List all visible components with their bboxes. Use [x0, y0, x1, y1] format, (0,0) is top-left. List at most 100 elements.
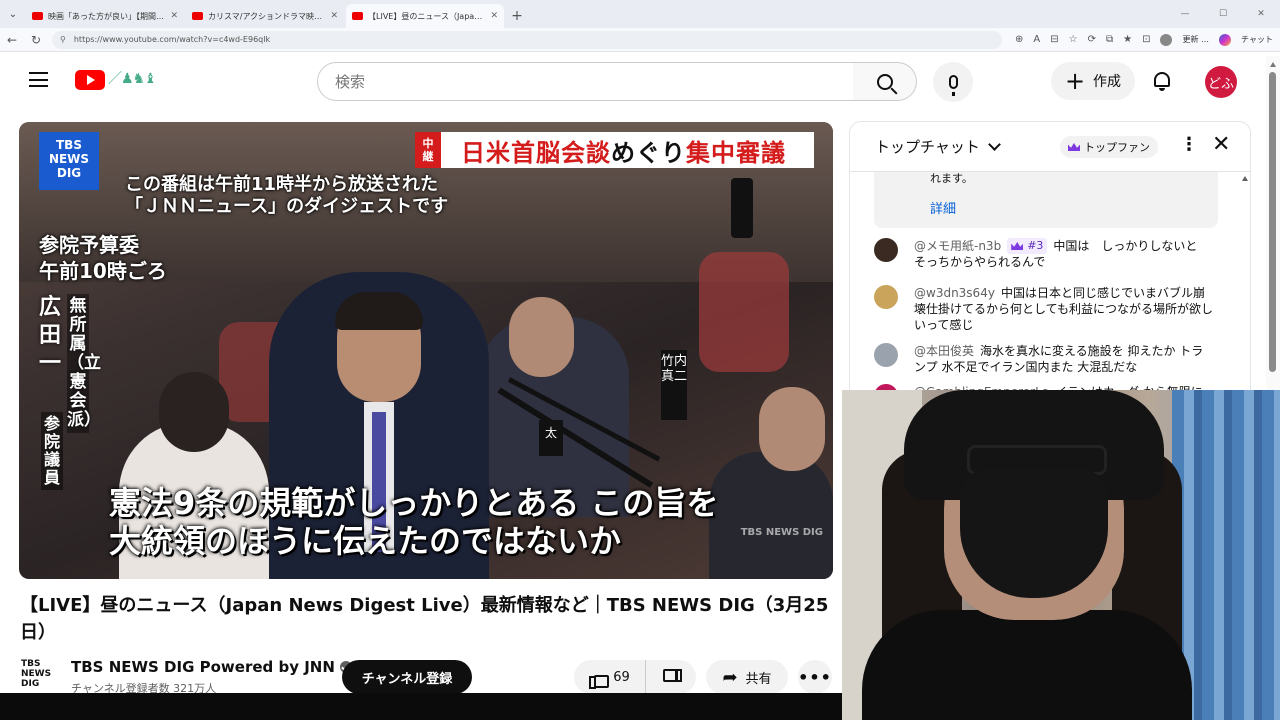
split-screen-icon[interactable]: ⧉ — [1106, 34, 1113, 45]
search-button[interactable] — [853, 62, 917, 101]
pinned-details-link[interactable]: 詳細 — [930, 198, 1218, 217]
pinned-text: れます。 — [930, 172, 973, 185]
chat-mode-selector[interactable]: トップチャット — [875, 136, 980, 157]
screen: ⌄ 映画「あった方が良い」【期間限定公開】 ✕ カリスマ/アクションドラマ映画/… — [0, 0, 1280, 720]
scene-person — [759, 387, 825, 471]
location-caption: 参院予算委 午前10時ごろ — [39, 232, 167, 284]
address-bar[interactable]: ⚲ https://www.youtube.com/watch?v=c4wd-E… — [52, 30, 1002, 49]
scene-speaker — [335, 292, 423, 330]
watermark: TBS NEWS DIG — [740, 527, 823, 538]
tab-title: カリスマ/アクションドラマ映画/映画好き — [208, 11, 326, 21]
chat-label[interactable]: チャット — [1241, 34, 1273, 45]
chat-scrollbar[interactable] — [1240, 172, 1250, 400]
profile-avatar[interactable] — [1160, 33, 1173, 46]
video-subtitle: 憲法9条の規範がしっかりとある この旨を 大統領のほうに伝えたのではないか — [109, 484, 719, 560]
chat-author[interactable]: @本田俊英 — [914, 344, 974, 358]
like-dislike-group: 69 — [574, 660, 696, 694]
close-icon[interactable]: ✕ — [170, 11, 178, 21]
like-count: 69 — [613, 669, 630, 685]
logo-line: TBS — [56, 138, 82, 152]
url-text: https://www.youtube.com/watch?v=c4wd-E96… — [73, 35, 271, 44]
badge-rank: #3 — [1027, 239, 1044, 252]
broadcast-notice: この番組は午前11時半から放送された 「ＪＮＮニュース」のダイジェストです — [125, 174, 449, 217]
browser-tab-strip: ⌄ 映画「あった方が良い」【期間限定公開】 ✕ カリスマ/アクションドラマ映画/… — [0, 0, 1280, 28]
caption-line: 午前10時ごろ — [39, 259, 167, 283]
headline-part: 集中審議 — [686, 138, 786, 167]
chat-author[interactable]: @w3dn3s64y — [914, 286, 995, 300]
chat-message: @本田俊英 海水を真水に変える施設を 抑えたか トランプ 水不足でイラン国内また … — [874, 343, 1214, 375]
like-button[interactable]: 69 — [574, 660, 646, 694]
scene-person — [709, 452, 833, 579]
top-fan-badge: #3 — [1007, 238, 1048, 254]
scene-person — [509, 297, 574, 377]
more-actions-button[interactable]: ••• — [798, 660, 832, 694]
close-window-icon[interactable]: ✕ — [1242, 9, 1280, 19]
close-icon[interactable]: ✕ — [330, 11, 338, 21]
read-aloud-icon[interactable]: A — [1033, 34, 1040, 45]
browser-toolbar-icons: ⊕ A ⊟ ☆ ⟳ ⧉ ★ ⊡ 更新 … チャット — [1010, 33, 1278, 46]
chat-author[interactable]: @メモ用紙-n3b — [914, 239, 1001, 253]
live-relay-tag: 中 継 — [415, 132, 441, 168]
avatar[interactable] — [874, 238, 898, 262]
favorites-icon[interactable]: ★ — [1123, 34, 1132, 45]
video-player[interactable]: 竹内真二 太 TBS NEWS DIG 中 継 日米首脳会談めぐり集中審議 この… — [19, 122, 833, 579]
thumb-up-icon — [589, 669, 610, 689]
back-arrow-icon[interactable]: ← — [0, 33, 24, 47]
avatar[interactable] — [874, 343, 898, 367]
page-scrollbar[interactable] — [1266, 56, 1280, 390]
chat-message: @メモ用紙-n3b #3 中国は しっかりしないと そっちからやられるんで — [874, 238, 1214, 270]
dislike-button[interactable] — [646, 660, 696, 694]
nameplate — [731, 178, 753, 238]
speaker-party: 無所属（立憲会派） — [67, 294, 101, 433]
search-input[interactable]: 検索 — [317, 62, 854, 101]
microphone-icon — [948, 75, 958, 96]
video-title: 【LIVE】昼のニュース（Japan News Digest Live）最新情報… — [20, 595, 829, 643]
create-button[interactable]: + 作成 — [1051, 62, 1135, 100]
new-tab-button[interactable]: + — [506, 4, 528, 28]
copilot-icon[interactable] — [1219, 33, 1232, 46]
headline-text: 日米首脳会談めぐり集中審議 — [441, 133, 786, 168]
tag-char: 中 — [422, 137, 434, 150]
channel-avatar[interactable]: TBS NEWS DIG — [21, 659, 61, 695]
create-label: 作成 — [1093, 74, 1122, 90]
tab-list-chevron-icon[interactable]: ⌄ — [0, 0, 26, 28]
chat-menu-kebab-icon[interactable]: ⋮ — [1180, 136, 1198, 154]
menu-hamburger-icon[interactable] — [29, 72, 48, 87]
scene-person — [159, 372, 229, 452]
maximize-icon[interactable]: ☐ — [1204, 9, 1242, 19]
logo-line: NEWS — [48, 152, 90, 166]
zoom-icon[interactable]: ⊟ — [1050, 34, 1058, 45]
browser-tab-1[interactable]: 映画「あった方が良い」【期間限定公開】 ✕ — [26, 4, 184, 28]
voice-search-button[interactable] — [933, 62, 973, 102]
share-button[interactable]: ➦ 共有 — [706, 660, 788, 694]
extension-icon[interactable]: ⟳ — [1088, 34, 1096, 45]
thumb-down-icon — [663, 669, 682, 685]
youtube-doodle-icon[interactable]: ／♟♞♝ — [108, 68, 157, 88]
avatar[interactable] — [874, 285, 898, 309]
close-icon[interactable]: ✕ — [490, 11, 498, 21]
top-fan-button[interactable]: トップファン — [1060, 136, 1158, 158]
reload-icon[interactable]: ↻ — [24, 33, 48, 47]
channel-name[interactable]: TBS NEWS DIG Powered by JNN — [71, 658, 352, 676]
collections-icon[interactable]: ⊡ — [1142, 34, 1150, 45]
minimize-icon[interactable]: — — [1166, 9, 1204, 19]
window-controls: — ☐ ✕ — [1166, 0, 1280, 28]
browser-tab-2[interactable]: カリスマ/アクションドラマ映画/映画好き ✕ — [186, 4, 344, 28]
webcam-person-mask — [960, 468, 1108, 598]
favorite-star-icon[interactable]: ☆ — [1069, 34, 1078, 45]
plus-icon: + — [1064, 67, 1086, 95]
browser-tab-3-active[interactable]: 【LIVE】昼のニュース（Japan News ✕ — [346, 4, 504, 28]
nameplate: 竹内真二 — [661, 350, 687, 420]
notifications-bell-icon[interactable] — [1152, 70, 1172, 92]
account-avatar[interactable]: どふ — [1205, 66, 1237, 98]
chevron-down-icon[interactable] — [987, 138, 1001, 151]
scene-chair — [699, 252, 789, 372]
subscribe-button[interactable]: チャンネル登録 — [342, 660, 472, 694]
update-button[interactable]: 更新 … — [1182, 34, 1209, 45]
site-info-icon[interactable]: ⚲ — [60, 35, 66, 44]
share-arrow-icon: ➦ — [722, 666, 738, 688]
chat-close-icon[interactable]: ✕ — [1212, 134, 1230, 156]
speaker-role: 参院議員 — [41, 412, 63, 490]
translate-icon[interactable]: ⊕ — [1015, 34, 1023, 45]
youtube-logo-icon[interactable] — [75, 70, 105, 90]
